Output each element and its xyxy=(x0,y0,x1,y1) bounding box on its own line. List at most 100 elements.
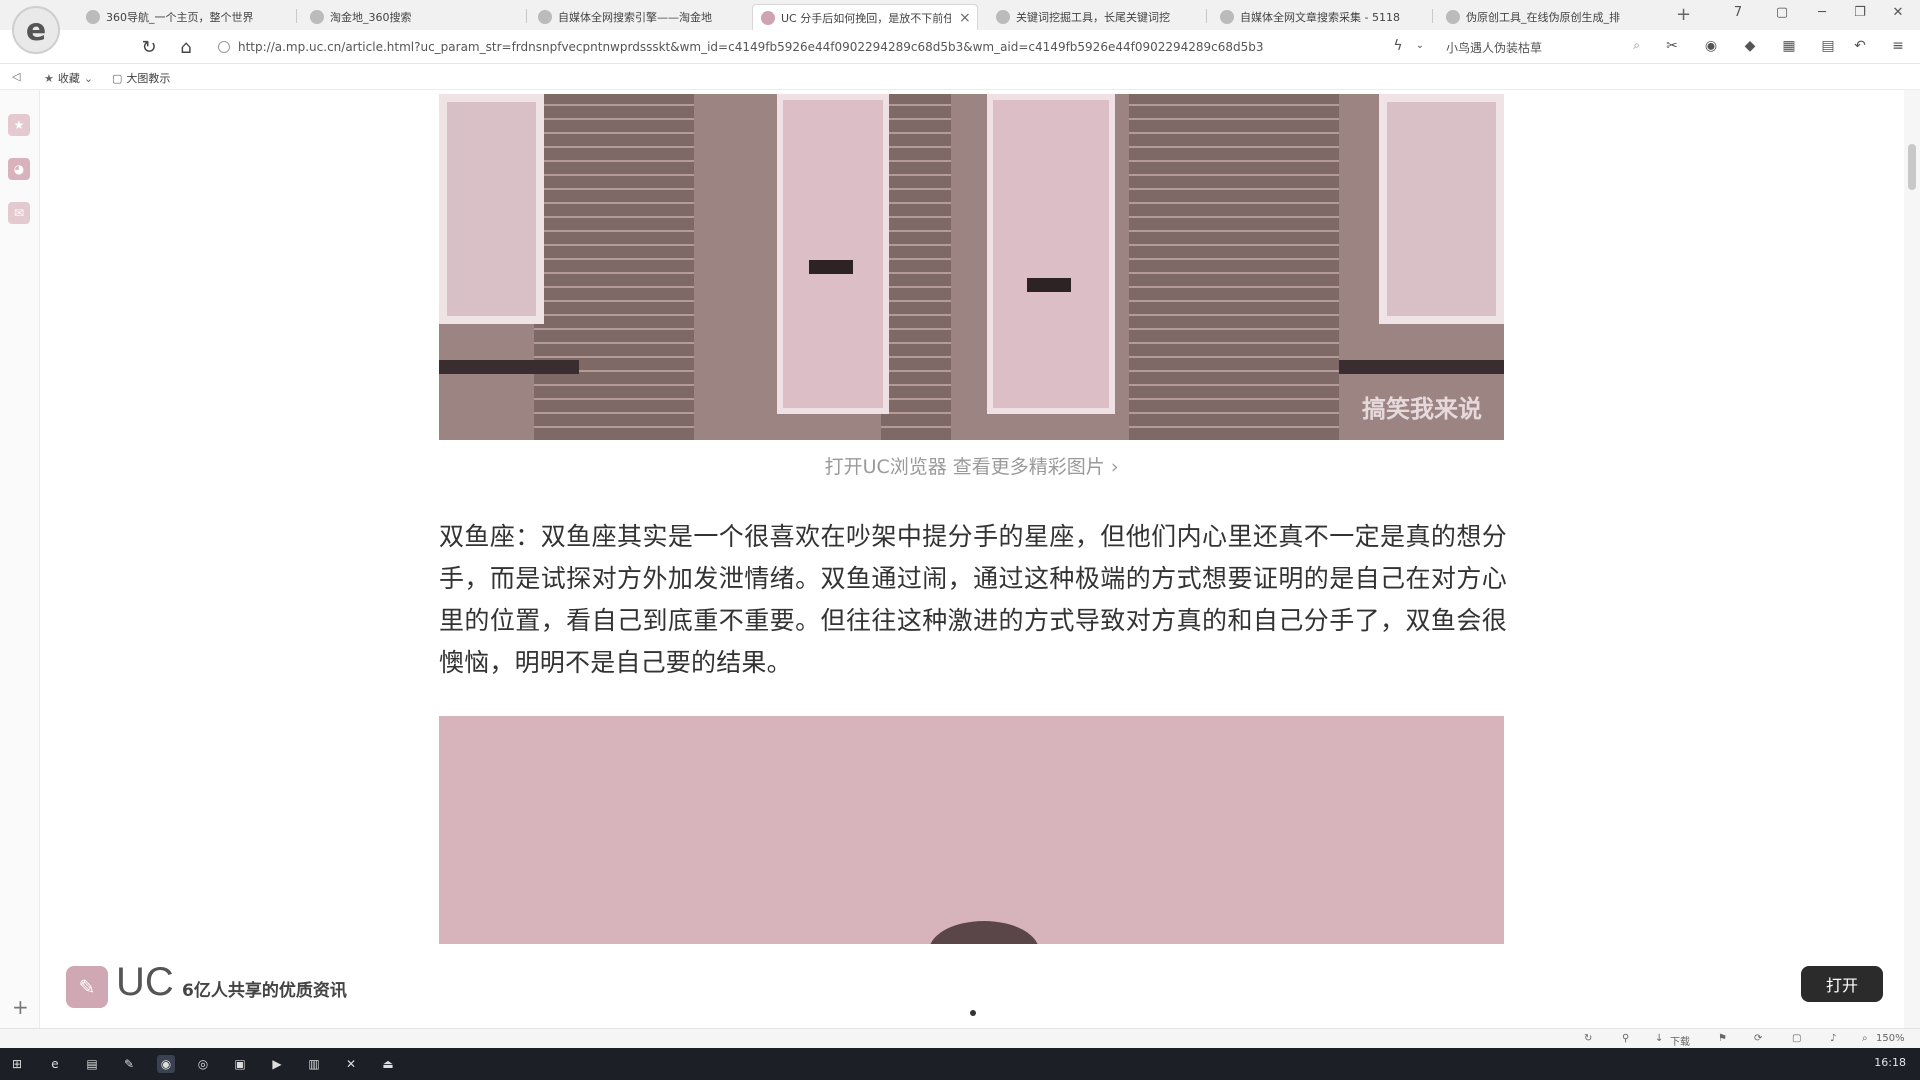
download-icon[interactable]: ↓ xyxy=(1655,1033,1663,1044)
site-info-icon[interactable] xyxy=(218,41,230,53)
taskbar-clock[interactable]: 16:18 xyxy=(1874,1056,1906,1069)
brick-wall xyxy=(534,94,694,440)
spreadsheet-icon[interactable]: ✕ xyxy=(342,1055,360,1073)
tab-strip: 360导航_一个主页，整个世界 淘金地_360搜索 自媒体全网搜索引擎——淘金地… xyxy=(0,0,1920,30)
media-player-icon[interactable]: ▶ xyxy=(268,1055,286,1073)
screenshot-icon[interactable]: ▦ xyxy=(1781,38,1797,54)
home-button[interactable]: ⌂ xyxy=(175,37,197,58)
new-tab-button[interactable]: + xyxy=(1676,4,1691,25)
article-image-doors: 搞笑我来说 xyxy=(439,94,1504,440)
bookmark-favorites[interactable]: ★ 收藏 ⌄ xyxy=(44,70,97,86)
article-image-pink xyxy=(439,716,1504,944)
browser-e-icon[interactable]: e xyxy=(46,1055,64,1073)
weibo-icon[interactable]: ◕ xyxy=(8,158,30,180)
windows-start-icon[interactable]: ⊞ xyxy=(8,1055,26,1073)
skin-icon[interactable]: ▢ xyxy=(1772,5,1792,20)
app-icon[interactable]: ◎ xyxy=(194,1055,212,1073)
collapse-sidebar-button[interactable]: ◁ xyxy=(12,70,24,83)
zoom-level[interactable]: 150% xyxy=(1876,1033,1905,1044)
document-icon[interactable]: ▥ xyxy=(305,1055,323,1073)
tab-keyword-tool[interactable]: 关键词挖掘工具，长尾关键词挖 xyxy=(988,4,1188,30)
page-icon: ▢ xyxy=(112,71,123,85)
uc-promo-banner: ✎ UC 6亿人共享的优质资讯 打开 xyxy=(40,944,1904,1028)
image-viewer-icon[interactable]: ▣ xyxy=(231,1055,249,1073)
tab-360-nav[interactable]: 360导航_一个主页，整个世界 xyxy=(78,4,268,30)
sync-icon[interactable]: ⟳ xyxy=(1754,1033,1762,1044)
globe-icon xyxy=(86,10,100,24)
bookmarks-bar: ◁ ★ 收藏 ⌄ ▢ 大图教示 xyxy=(0,64,1920,90)
page-icon xyxy=(538,10,552,24)
sound-icon[interactable]: ♪ xyxy=(1830,1033,1836,1044)
window-icon[interactable]: ▢ xyxy=(1792,1033,1801,1044)
tab-label: 360导航_一个主页，整个世界 xyxy=(106,11,254,24)
uc-brand-text: UC xyxy=(116,960,174,1004)
window-sill xyxy=(1339,360,1504,374)
search-input[interactable]: 小鸟遇人伪装枯草 ⌕ xyxy=(1440,36,1640,58)
search-icon[interactable]: ⌕ xyxy=(1633,38,1640,53)
tab-taojindi[interactable]: 自媒体全网搜索引擎——淘金地 xyxy=(530,4,730,30)
editor-icon[interactable]: ✎ xyxy=(120,1055,138,1073)
tab-label: 自媒体全网文章搜索采集 - 5118 xyxy=(1240,11,1400,24)
status-bar: ↻ ⚲ ↓ 下载 ⚑ ⟳ ▢ ♪ ⌕ 150% xyxy=(0,1028,1920,1048)
tab-label: 淘金地_360搜索 xyxy=(330,11,412,24)
folder-icon[interactable]: ▤ xyxy=(83,1055,101,1073)
apps-icon[interactable]: ▤ xyxy=(1820,38,1836,54)
door-right xyxy=(987,94,1115,414)
search-icon xyxy=(310,10,324,24)
flag-icon[interactable]: ⚑ xyxy=(1718,1033,1727,1044)
brick-wall xyxy=(881,94,951,440)
os-taskbar: ⊞ e ▤ ✎ ◉ ◎ ▣ ▶ ▥ ✕ ⏏ 16:18 xyxy=(0,1048,1920,1080)
window-sill xyxy=(439,360,579,374)
mail-icon[interactable]: ✉ xyxy=(8,202,30,224)
window xyxy=(439,94,544,324)
window xyxy=(1379,94,1504,324)
tab-label: 伪原创工具_在线伪原创生成_排 xyxy=(1466,11,1620,24)
bookmark-item[interactable]: ▢ 大图教示 xyxy=(112,70,170,86)
close-icon[interactable]: × xyxy=(959,10,971,26)
add-sidebar-item-button[interactable]: + xyxy=(12,995,29,1019)
browser-360-icon[interactable]: ◉ xyxy=(157,1055,175,1073)
tab-count-badge[interactable]: 7 xyxy=(1728,5,1748,20)
open-uc-more-images-link[interactable]: 打开UC浏览器 查看更多精彩图片 › xyxy=(439,452,1504,479)
menu-icon[interactable]: ≡ xyxy=(1890,38,1906,54)
carousel-dot[interactable] xyxy=(970,1010,976,1016)
pin-icon[interactable]: ⚲ xyxy=(1622,1033,1629,1044)
address-bar[interactable]: http://a.mp.uc.cn/article.html?uc_param_… xyxy=(218,35,1388,59)
close-window-button[interactable]: ✕ xyxy=(1888,5,1908,20)
tab-rewrite-tool[interactable]: 伪原创工具_在线伪原创生成_排 xyxy=(1438,4,1638,30)
minimize-button[interactable]: ─ xyxy=(1812,5,1832,20)
maximize-button[interactable]: ❐ xyxy=(1850,5,1870,20)
uc-slogan: 6亿人共享的优质资讯 xyxy=(182,981,347,1001)
chevron-down-icon[interactable]: ⌄ xyxy=(1412,38,1428,54)
uc-logo-icon: ✎ xyxy=(66,966,108,1008)
tab-divider xyxy=(296,9,297,23)
lightning-icon[interactable]: ϟ xyxy=(1390,38,1406,54)
star-icon[interactable]: ★ xyxy=(8,114,30,136)
tab-360-search[interactable]: 淘金地_360搜索 xyxy=(302,4,502,30)
reload-button[interactable]: ↻ xyxy=(138,37,160,58)
shield-icon[interactable]: ◉ xyxy=(1703,38,1719,54)
refresh-status-icon[interactable]: ↻ xyxy=(1584,1033,1592,1044)
article-paragraph: 双鱼座：双鱼座其实是一个很喜欢在吵架中提分手的星座，但他们内心里还真不一定是真的… xyxy=(439,522,1507,677)
tab-divider xyxy=(1432,9,1433,23)
image-figure xyxy=(929,921,1039,944)
search-text: 小鸟遇人伪装枯草 xyxy=(1446,40,1543,55)
extension-icon[interactable]: ◆ xyxy=(1742,38,1758,54)
tab-5118[interactable]: 自媒体全网文章搜索采集 - 5118 xyxy=(1212,4,1412,30)
cut-icon[interactable]: ✂ xyxy=(1664,38,1680,54)
browser-logo-icon[interactable]: e xyxy=(12,6,60,54)
open-app-button[interactable]: 打开 xyxy=(1801,966,1883,1002)
scrollbar-thumb[interactable] xyxy=(1908,144,1916,190)
tab-divider xyxy=(526,9,527,23)
brick-wall xyxy=(1129,94,1339,440)
letterbox xyxy=(809,260,853,274)
recorder-icon[interactable]: ⏏ xyxy=(379,1055,397,1073)
download-label[interactable]: 下载 xyxy=(1670,1033,1690,1048)
tab-uc-article[interactable]: UC 分手后如何挽回，是放不下前任 × xyxy=(752,4,978,30)
navigation-bar: ↻ ⌂ http://a.mp.uc.cn/article.html?uc_pa… xyxy=(0,30,1920,64)
page-scrollbar[interactable] xyxy=(1904,90,1920,1048)
undo-icon[interactable]: ↶ xyxy=(1852,38,1868,54)
article-page: 搞笑我来说 打开UC浏览器 查看更多精彩图片 › 双鱼座：双鱼座其实是一个很喜欢… xyxy=(40,90,1904,1048)
zoom-icon[interactable]: ⌕ xyxy=(1862,1033,1868,1044)
url-text[interactable]: http://a.mp.uc.cn/article.html?uc_param_… xyxy=(238,40,1378,54)
